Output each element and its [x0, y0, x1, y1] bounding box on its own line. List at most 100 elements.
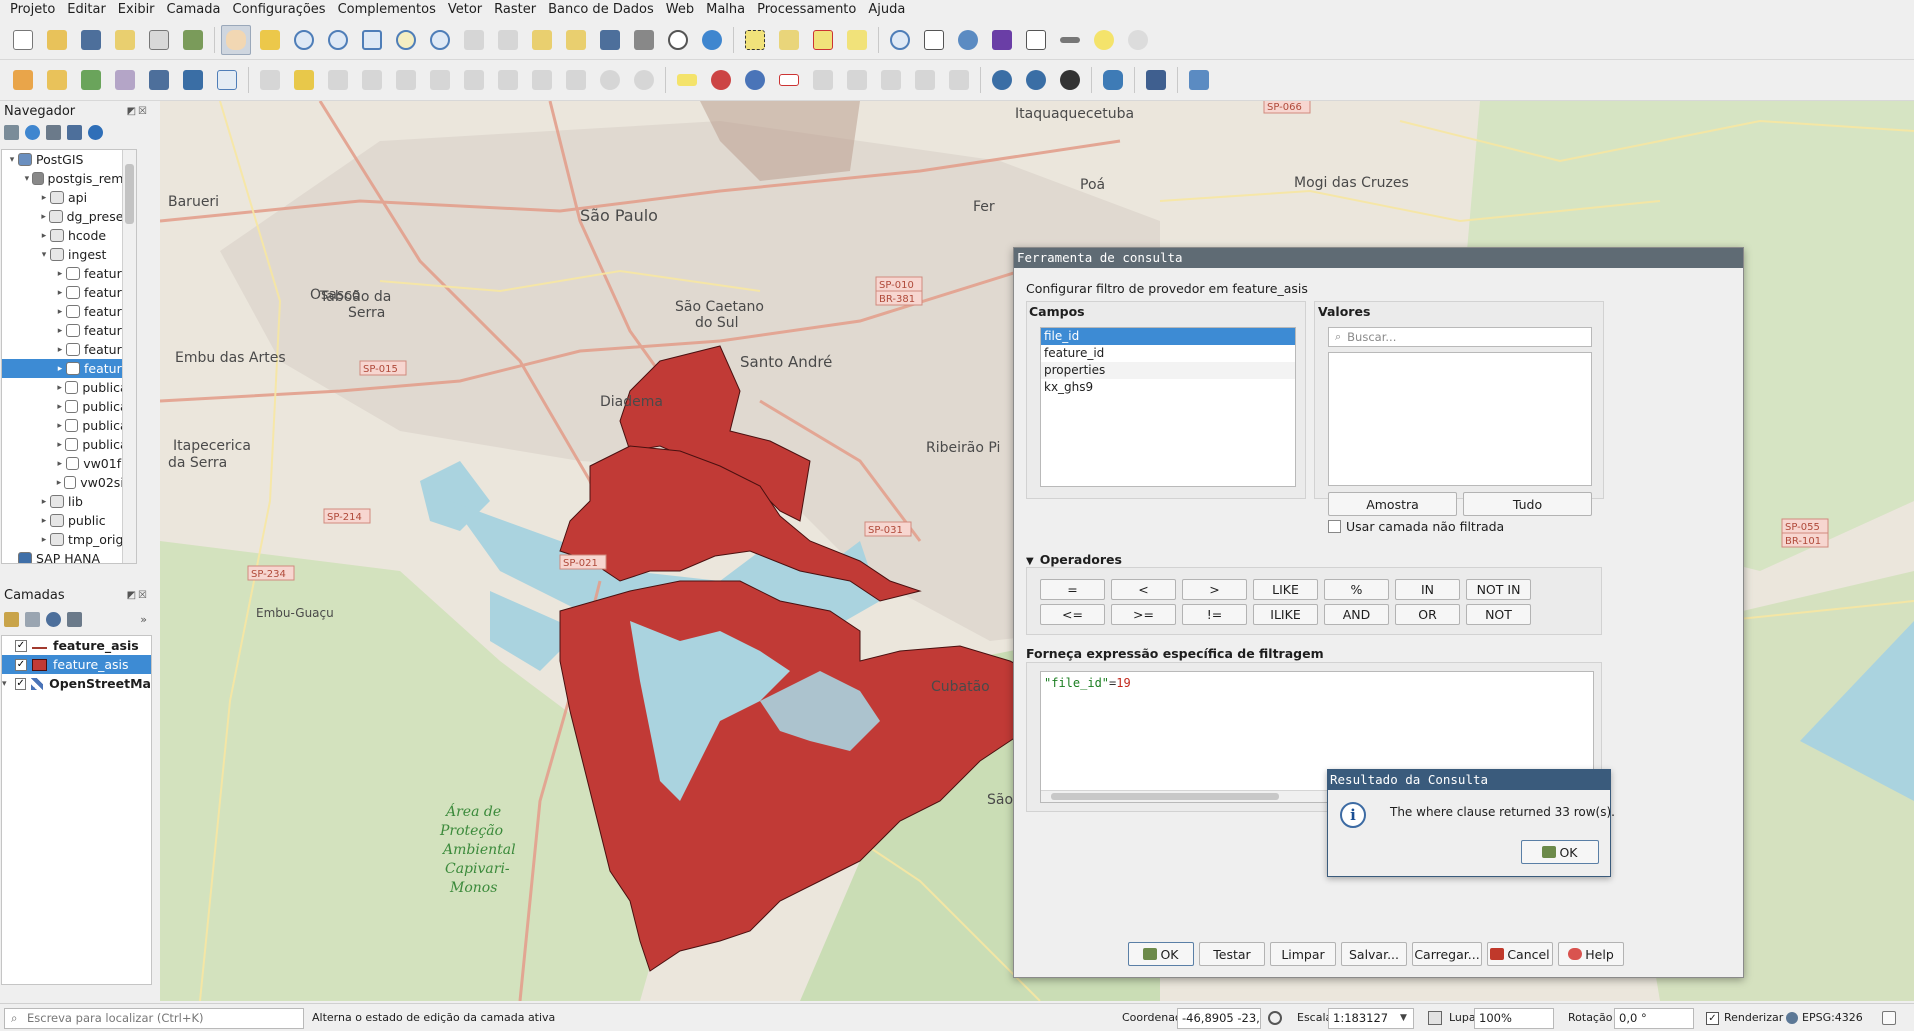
- save-edits-icon[interactable]: [323, 65, 353, 95]
- query-result-ok-button[interactable]: OK: [1521, 840, 1599, 864]
- layer-visibility-checkbox[interactable]: ✓: [15, 639, 27, 652]
- toggle-editing-icon[interactable]: [289, 65, 319, 95]
- menu-item-0[interactable]: Projeto: [4, 0, 61, 20]
- lock-scale-icon[interactable]: [1428, 1011, 1442, 1025]
- all-button[interactable]: Tudo: [1463, 492, 1592, 516]
- browser-item[interactable]: ▸ feature_: [2, 283, 136, 302]
- delete-selected-icon[interactable]: [459, 65, 489, 95]
- operator-button[interactable]: >: [1182, 579, 1247, 600]
- clear-button[interactable]: Limpar: [1270, 942, 1336, 966]
- operator-button[interactable]: NOT IN: [1466, 579, 1531, 600]
- operators-header[interactable]: ▼ Operadores: [1026, 552, 1122, 567]
- zoom-layer-icon[interactable]: [425, 25, 455, 55]
- operator-button[interactable]: %: [1324, 579, 1389, 600]
- collapse-arrow-icon[interactable]: ▾: [22, 174, 32, 184]
- coordinate-field[interactable]: -46,8905 -23,7626: [1177, 1008, 1261, 1029]
- expand-arrow-icon[interactable]: ▸: [54, 326, 66, 336]
- panel-float-close-icon[interactable]: ◩☒: [127, 106, 149, 117]
- map-tips-icon[interactable]: [1089, 25, 1119, 55]
- magnifier-spinbox[interactable]: 100%: [1474, 1008, 1554, 1029]
- operator-button[interactable]: <=: [1040, 604, 1105, 625]
- operator-button[interactable]: ILIKE: [1253, 604, 1318, 625]
- measure-icon[interactable]: [1055, 25, 1085, 55]
- messages-icon[interactable]: [1882, 1011, 1896, 1025]
- values-search-input[interactable]: ⌕ Buscar...: [1328, 327, 1592, 347]
- new-shapefile-icon[interactable]: [76, 65, 106, 95]
- menu-item-1[interactable]: Editar: [61, 0, 112, 20]
- statistical-summary-icon[interactable]: [987, 25, 1017, 55]
- locator-search-input[interactable]: ⌕ Escreva para localizar (Ctrl+K): [4, 1008, 304, 1029]
- operator-button[interactable]: !=: [1182, 604, 1247, 625]
- menu-item-9[interactable]: Web: [660, 0, 700, 20]
- new-bookmark-icon[interactable]: [595, 25, 625, 55]
- new-virtual-layer-icon[interactable]: [110, 65, 140, 95]
- browser-item[interactable]: ▸ feature_: [2, 359, 136, 378]
- browser-item[interactable]: ▸ api: [2, 188, 136, 207]
- quickmapservices-icon[interactable]: [1055, 65, 1085, 95]
- use-unfiltered-checkbox[interactable]: [1328, 520, 1341, 533]
- annotation-icon[interactable]: [1123, 25, 1153, 55]
- layer-expand-icon[interactable]: ▾: [2, 679, 12, 689]
- refresh-icon[interactable]: [697, 25, 727, 55]
- crs-button[interactable]: EPSG:4326: [1802, 1011, 1863, 1024]
- zoom-to-layer-globe-icon[interactable]: [987, 65, 1017, 95]
- expand-arrow-icon[interactable]: ▸: [38, 193, 50, 203]
- zoom-selection-icon[interactable]: [391, 25, 421, 55]
- operator-button[interactable]: IN: [1395, 579, 1460, 600]
- style-panel-icon[interactable]: [4, 611, 19, 627]
- new-geopackage-icon[interactable]: [42, 65, 72, 95]
- browser-item[interactable]: ▸ lib: [2, 492, 136, 511]
- collapse-arrow-icon[interactable]: ▾: [38, 250, 50, 260]
- add-wms-icon[interactable]: [144, 65, 174, 95]
- browser-item[interactable]: ▸ publicati: [2, 397, 136, 416]
- browser-item[interactable]: ▾ PostGIS: [2, 150, 136, 169]
- current-edits-icon[interactable]: [255, 65, 285, 95]
- pin-labels-icon[interactable]: [740, 65, 770, 95]
- operator-button[interactable]: <: [1111, 579, 1176, 600]
- help-button[interactable]: Help: [1558, 942, 1624, 966]
- collapse-arrow-icon[interactable]: ▾: [6, 155, 18, 165]
- zoom-last-icon[interactable]: [493, 25, 523, 55]
- browser-item[interactable]: ▸ feature_: [2, 264, 136, 283]
- ok-button[interactable]: OK: [1128, 942, 1194, 966]
- layer-visibility-checkbox[interactable]: ✓: [15, 658, 27, 671]
- refresh-icon[interactable]: [25, 124, 40, 140]
- field-item[interactable]: properties: [1041, 362, 1295, 379]
- expand-arrow-icon[interactable]: ▸: [54, 459, 66, 469]
- expand-arrow-icon[interactable]: ▸: [54, 288, 66, 298]
- values-list[interactable]: [1328, 352, 1592, 486]
- zoom-native-icon[interactable]: [459, 25, 489, 55]
- expand-arrow-icon[interactable]: ▸: [54, 269, 66, 279]
- python-console-icon[interactable]: [1098, 65, 1128, 95]
- menu-item-6[interactable]: Vetor: [442, 0, 488, 20]
- expand-arrow-icon[interactable]: ▸: [54, 478, 64, 488]
- zoom-out-icon[interactable]: [323, 25, 353, 55]
- operator-button[interactable]: =: [1040, 579, 1105, 600]
- load-button[interactable]: Carregar...: [1412, 942, 1482, 966]
- help-contents-icon[interactable]: [1141, 65, 1171, 95]
- new-map-view-icon[interactable]: [561, 25, 591, 55]
- zoom-in-icon[interactable]: [289, 25, 319, 55]
- fields-list[interactable]: file_id feature_id properties kx_ghs9: [1040, 327, 1296, 487]
- new-print-layout-icon[interactable]: [110, 25, 140, 55]
- expand-arrow-icon[interactable]: ▸: [54, 345, 66, 355]
- vertex-tool-icon[interactable]: [391, 65, 421, 95]
- browser-item[interactable]: ▾ ingest: [2, 245, 136, 264]
- paste-features-icon[interactable]: [561, 65, 591, 95]
- test-button[interactable]: Testar: [1199, 942, 1265, 966]
- expand-arrow-icon[interactable]: ▸: [54, 364, 66, 374]
- rotation-spinbox[interactable]: 0,0 °: [1614, 1008, 1694, 1029]
- chevron-down-icon[interactable]: ▼: [1400, 1013, 1407, 1023]
- browser-item[interactable]: ▸ vw01full: [2, 454, 136, 473]
- change-label-icon[interactable]: [876, 65, 906, 95]
- more-tools-icon[interactable]: »: [140, 613, 147, 626]
- menu-item-12[interactable]: Ajuda: [862, 0, 911, 20]
- layer-item[interactable]: ▾ ✓ OpenStreetMa: [2, 674, 151, 693]
- expand-arrow-icon[interactable]: ▸: [54, 421, 65, 431]
- temporal-controller-icon[interactable]: [663, 25, 693, 55]
- expand-arrow-icon[interactable]: ▸: [38, 497, 50, 507]
- operator-button[interactable]: OR: [1395, 604, 1460, 625]
- browser-item[interactable]: ▸ public: [2, 511, 136, 530]
- menu-item-5[interactable]: Complementos: [332, 0, 442, 20]
- browser-item[interactable]: ▸ publicati: [2, 416, 136, 435]
